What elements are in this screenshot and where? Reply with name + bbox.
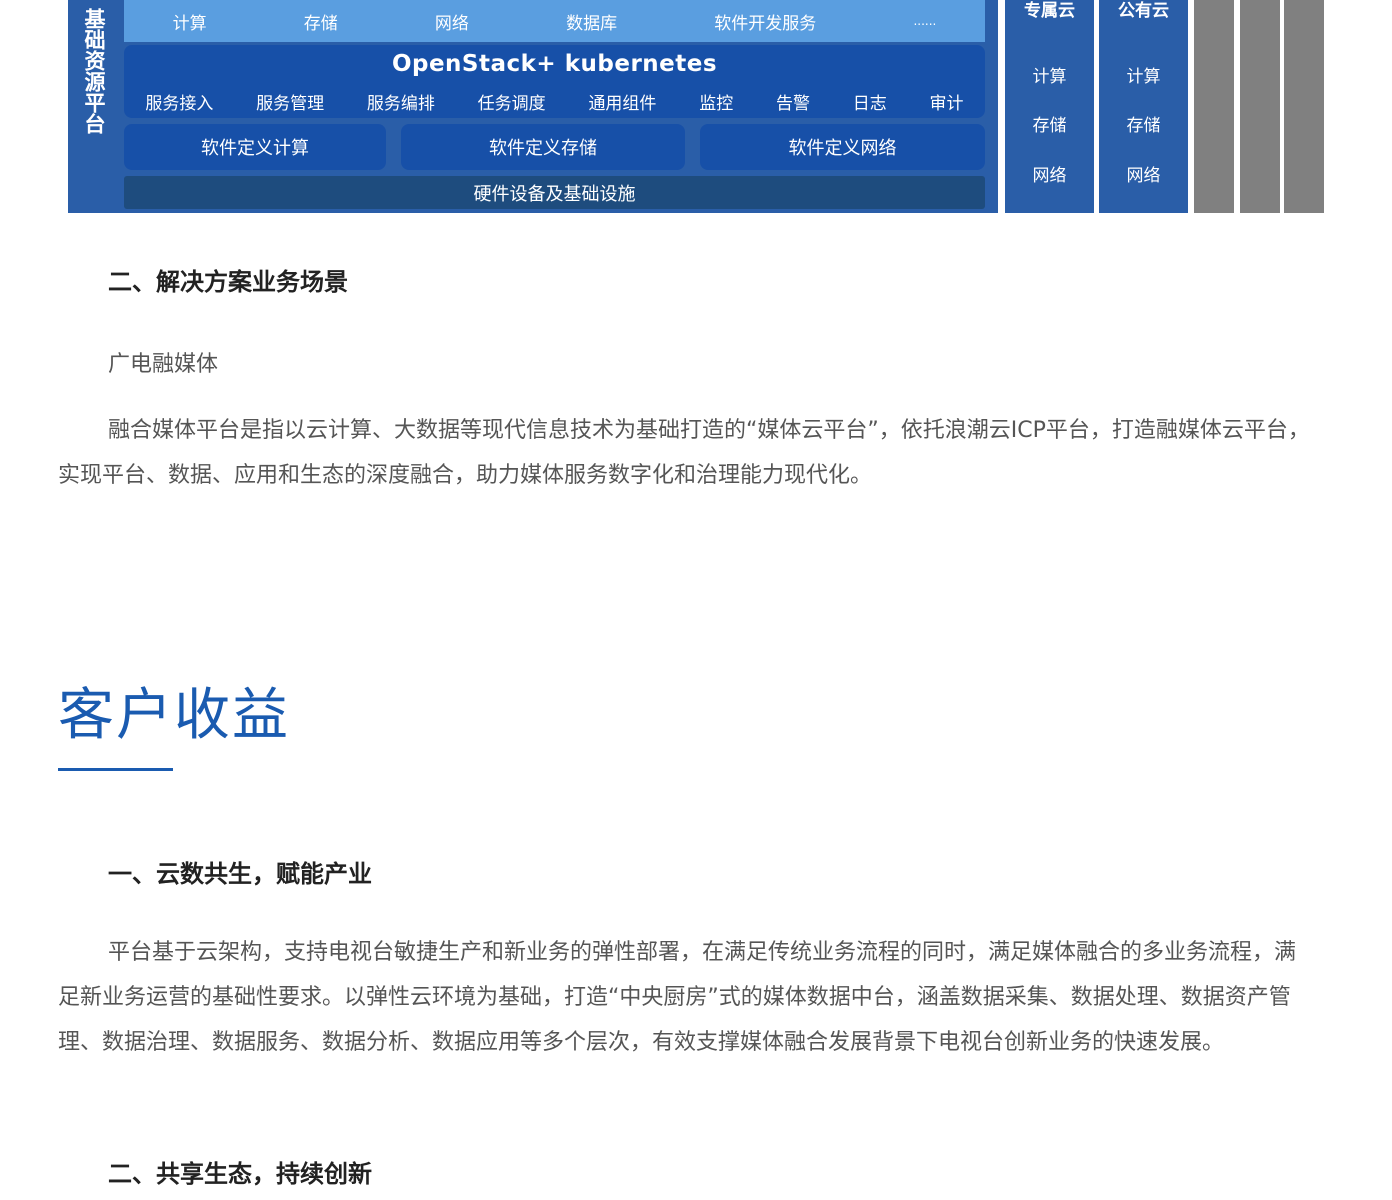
cloud-item: 存储 [1126, 116, 1161, 136]
platform-label: 基础资源平台 [82, 8, 106, 134]
scenario-heading: 二、解决方案业务场景 [108, 268, 348, 296]
openstack-item: 通用组件 [588, 94, 657, 114]
benefits-title: 客户收益 [58, 683, 290, 748]
top-item: 计算 [172, 13, 207, 34]
sd-network-box: 软件定义网络 [700, 124, 985, 170]
hardware-row: 硬件设备及基础设施 [124, 176, 985, 209]
architecture-diagram: 基础资源平台 计算 存储 网络 数据库 软件开发服务 ...... OpenSt… [0, 0, 1392, 216]
benefits-title-underline [58, 768, 173, 771]
openstack-item: 任务调度 [477, 94, 546, 114]
sd-compute-box: 软件定义计算 [124, 124, 386, 170]
openstack-items: 服务接入 服务管理 服务编排 任务调度 通用组件 监控 告警 日志 审计 [124, 89, 985, 114]
sd-storage-box: 软件定义存储 [401, 124, 685, 170]
cloud-title: 公有云 [1118, 1, 1169, 21]
openstack-item: 服务编排 [366, 94, 435, 114]
openstack-title: OpenStack+ kubernetes [391, 51, 718, 77]
openstack-item: 告警 [775, 94, 810, 114]
dedicated-cloud-column: 专属云 计算 存储 网络 [1005, 0, 1094, 213]
benefit-1-paragraph: 平台基于云架构，支持电视台敏捷生产和新业务的弹性部署，在满足传统业务流程的同时，… [58, 940, 1297, 1055]
cloud-title: 专属云 [1024, 1, 1075, 21]
benefit-1-heading: 一、云数共生，赋能产业 [108, 860, 372, 888]
top-item: 软件开发服务 [714, 13, 817, 34]
gray-column [1240, 0, 1280, 213]
openstack-item: 监控 [699, 94, 734, 114]
top-item: 网络 [434, 13, 469, 34]
top-item: ...... [913, 14, 937, 28]
cloud-item: 计算 [1032, 67, 1067, 87]
top-item: 数据库 [566, 13, 618, 34]
public-cloud-column: 公有云 计算 存储 网络 [1099, 0, 1188, 213]
openstack-item: 日志 [852, 94, 887, 114]
gray-column [1284, 0, 1324, 213]
cloud-item: 网络 [1032, 166, 1067, 186]
scenario-paragraph: 融合媒体平台是指以云计算、大数据等现代信息技术为基础打造的“媒体云平台”，依托浪… [58, 418, 1310, 488]
top-item: 存储 [303, 13, 338, 34]
cloud-item: 计算 [1126, 67, 1161, 87]
openstack-item: 服务管理 [256, 94, 325, 114]
gray-column [1194, 0, 1234, 213]
openstack-item: 服务接入 [145, 94, 214, 114]
cloud-item: 存储 [1032, 116, 1067, 136]
benefit-2-heading: 二、共享生态，持续创新 [108, 1160, 372, 1188]
cloud-item: 网络 [1126, 166, 1161, 186]
openstack-layer: OpenStack+ kubernetes 服务接入 服务管理 服务编排 任务调… [124, 45, 985, 118]
scenario-subheading: 广电融媒体 [108, 352, 219, 377]
top-service-row: 计算 存储 网络 数据库 软件开发服务 ...... [124, 0, 985, 42]
openstack-item: 审计 [929, 94, 964, 114]
